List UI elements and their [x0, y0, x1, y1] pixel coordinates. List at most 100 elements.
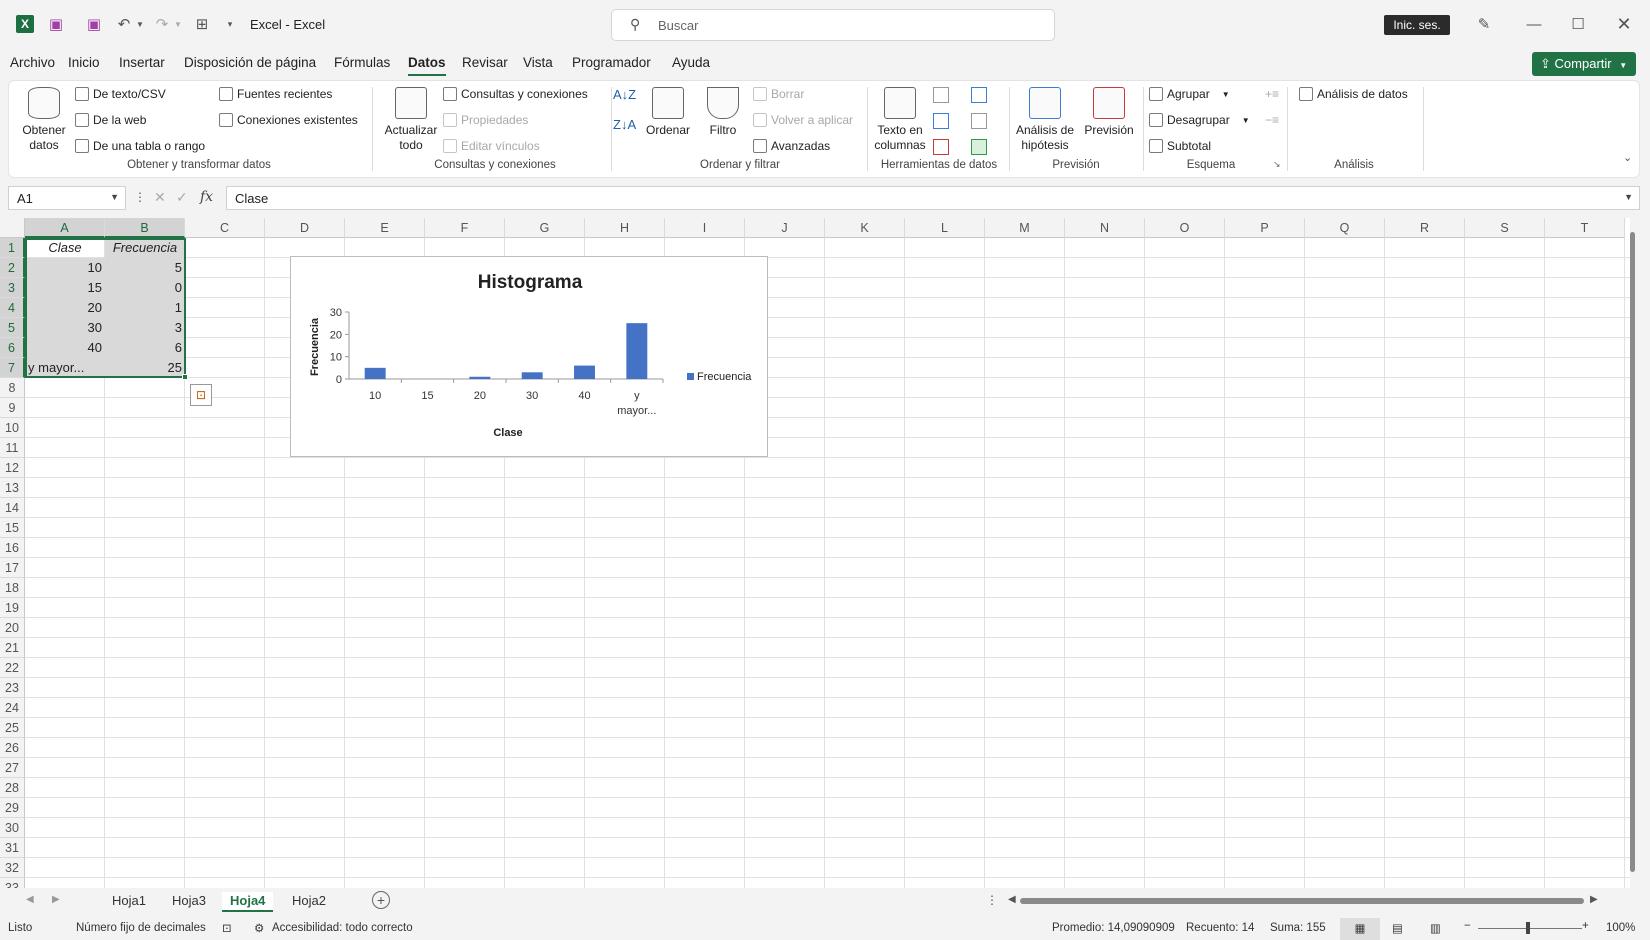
row-header-31[interactable]: 31 [0, 838, 25, 858]
horizontal-scroll-thumb[interactable] [1020, 898, 1584, 904]
column-header-t[interactable]: T [1545, 218, 1625, 238]
status-accessibility[interactable]: Accesibilidad: todo correcto [272, 922, 413, 934]
sheet-tab-hoja3[interactable]: Hoja3 [164, 892, 214, 912]
zoom-slider[interactable] [1478, 922, 1582, 934]
group-button[interactable]: Agrupar ▼ [1149, 87, 1230, 101]
ungroup-button[interactable]: Desagrupar ▼ [1149, 113, 1250, 127]
row-header-21[interactable]: 21 [0, 638, 25, 658]
name-box[interactable]: A1 ▼ [8, 186, 126, 210]
column-header-q[interactable]: Q [1305, 218, 1385, 238]
tab-insertar[interactable]: Insertar [119, 55, 165, 70]
row-header-29[interactable]: 29 [0, 798, 25, 818]
whatif-button[interactable]: Análisis de hipótesis [1013, 87, 1077, 153]
zoom-level[interactable]: 100% [1606, 922, 1635, 934]
row-header-9[interactable]: 9 [0, 398, 25, 418]
reapply-button[interactable]: Volver a aplicar [753, 113, 853, 127]
formula-input[interactable]: Clase ▼ [226, 186, 1640, 210]
search-box[interactable]: ⚲ Buscar [611, 9, 1055, 41]
consolidate-icon[interactable] [971, 87, 987, 103]
next-sheet-icon[interactable]: ▶ [52, 894, 60, 905]
tab-archivo[interactable]: Archivo [10, 55, 55, 70]
row-header-12[interactable]: 12 [0, 458, 25, 478]
outline-dialog-launcher-icon[interactable]: ↘ [1273, 159, 1281, 170]
share-button[interactable]: ⇪ Compartir ▼ [1532, 52, 1636, 76]
tab-revisar[interactable]: Revisar [462, 55, 508, 70]
worksheet-grid[interactable]: ABCDEFGHIJKLMNOPQRST 1 2 3 4 5 6 7 8 9 10 11 12 13 14… [0, 218, 1635, 888]
row-header-1[interactable]: 1 [0, 238, 25, 258]
tab-disposicion[interactable]: Disposición de página [184, 55, 316, 70]
status-count[interactable]: Recuento: 14 [1186, 922, 1254, 934]
advanced-button[interactable]: Avanzadas [753, 139, 830, 153]
data-analysis-button[interactable]: Análisis de datos [1299, 87, 1408, 101]
filter-button[interactable]: Filtro [703, 87, 743, 138]
vertical-scrollbar[interactable] [1630, 218, 1635, 888]
row-header-13[interactable]: 13 [0, 478, 25, 498]
zoom-slider-thumb[interactable] [1526, 922, 1530, 934]
signin-button[interactable]: Inic. ses. [1384, 15, 1450, 35]
histogram-chart[interactable]: Histograma Frecuencia Clase 0 10 20 30 10 15 20 30… [290, 256, 768, 457]
column-header-r[interactable]: R [1385, 218, 1465, 238]
tab-datos[interactable]: Datos [408, 55, 446, 76]
row-header-20[interactable]: 20 [0, 618, 25, 638]
tab-programador[interactable]: Programador [572, 55, 651, 70]
row-header-14[interactable]: 14 [0, 498, 25, 518]
existing-connections-button[interactable]: Conexiones existentes [219, 113, 358, 127]
row-header-28[interactable]: 28 [0, 778, 25, 798]
remove-duplicates-icon[interactable] [933, 113, 949, 129]
save-icon[interactable]: ▣ [84, 14, 104, 34]
undo-dropdown-icon[interactable]: ▼ [130, 14, 150, 34]
select-all-corner[interactable] [0, 218, 25, 238]
properties-button[interactable]: Propiedades [443, 113, 528, 127]
column-header-g[interactable]: G [505, 218, 585, 238]
add-sheet-icon[interactable]: + [372, 891, 390, 909]
page-break-view-icon[interactable]: ▥ [1430, 921, 1441, 935]
row-header-30[interactable]: 30 [0, 818, 25, 838]
zoom-out-icon[interactable]: − [1464, 920, 1471, 932]
prev-sheet-icon[interactable]: ◀ [26, 894, 34, 905]
column-header-n[interactable]: N [1065, 218, 1145, 238]
data-validation-icon[interactable] [933, 139, 949, 155]
row-header-6[interactable]: 6 [0, 338, 25, 358]
autosave-icon[interactable]: ▣ [46, 14, 66, 34]
row-header-5[interactable]: 5 [0, 318, 25, 338]
quick-analysis-icon[interactable]: ⊡ [190, 384, 212, 406]
customize-qat-icon[interactable]: ▾ [220, 14, 240, 34]
pen-icon[interactable]: ✎ [1474, 14, 1494, 34]
row-header-2[interactable]: 2 [0, 258, 25, 278]
edit-links-button[interactable]: Editar vínculos [443, 139, 540, 153]
tab-formulas[interactable]: Fórmulas [334, 55, 390, 70]
maximize-icon[interactable]: ☐ [1568, 14, 1588, 34]
show-detail-icon[interactable]: +≡ [1265, 87, 1279, 101]
row-header-32[interactable]: 32 [0, 858, 25, 878]
insert-function-icon[interactable]: fx [200, 189, 213, 205]
column-header-a[interactable]: A [25, 218, 105, 238]
relationships-icon[interactable] [971, 113, 987, 129]
status-sum[interactable]: Suma: 155 [1270, 922, 1326, 934]
column-header-i[interactable]: I [665, 218, 745, 238]
row-header-11[interactable]: 11 [0, 438, 25, 458]
status-fixed-decimal[interactable]: Número fijo de decimales [76, 922, 206, 934]
collapse-ribbon-icon[interactable]: ⌄ [1623, 151, 1632, 164]
clear-button[interactable]: Borrar [753, 87, 804, 101]
cancel-icon[interactable]: ✕ [154, 189, 166, 206]
fill-handle[interactable] [182, 374, 188, 380]
zoom-in-icon[interactable]: + [1582, 920, 1589, 932]
close-icon[interactable]: ✕ [1614, 14, 1634, 34]
row-header-4[interactable]: 4 [0, 298, 25, 318]
sheet-tab-hoja2[interactable]: Hoja2 [284, 892, 334, 912]
flash-fill-icon[interactable] [933, 87, 949, 103]
tab-vista[interactable]: Vista [523, 55, 553, 70]
from-web-button[interactable]: De la web [75, 113, 146, 127]
column-header-b[interactable]: B [105, 218, 185, 238]
macro-record-icon[interactable]: ⊡ [222, 921, 232, 935]
column-header-p[interactable]: P [1225, 218, 1305, 238]
row-header-33[interactable]: 33 [0, 878, 25, 888]
sheet-tab-hoja4[interactable]: Hoja4 [222, 892, 274, 912]
from-table-button[interactable]: De una tabla o rango [75, 139, 205, 153]
enter-icon[interactable]: ✓ [176, 189, 188, 206]
row-header-17[interactable]: 17 [0, 558, 25, 578]
status-average[interactable]: Promedio: 14,09090909 [1052, 922, 1175, 934]
formula-options-icon[interactable]: ⋮ [134, 190, 146, 204]
sort-az-icon[interactable]: A↓Z [613, 87, 636, 102]
from-text-button[interactable]: De texto/CSV [75, 87, 166, 101]
